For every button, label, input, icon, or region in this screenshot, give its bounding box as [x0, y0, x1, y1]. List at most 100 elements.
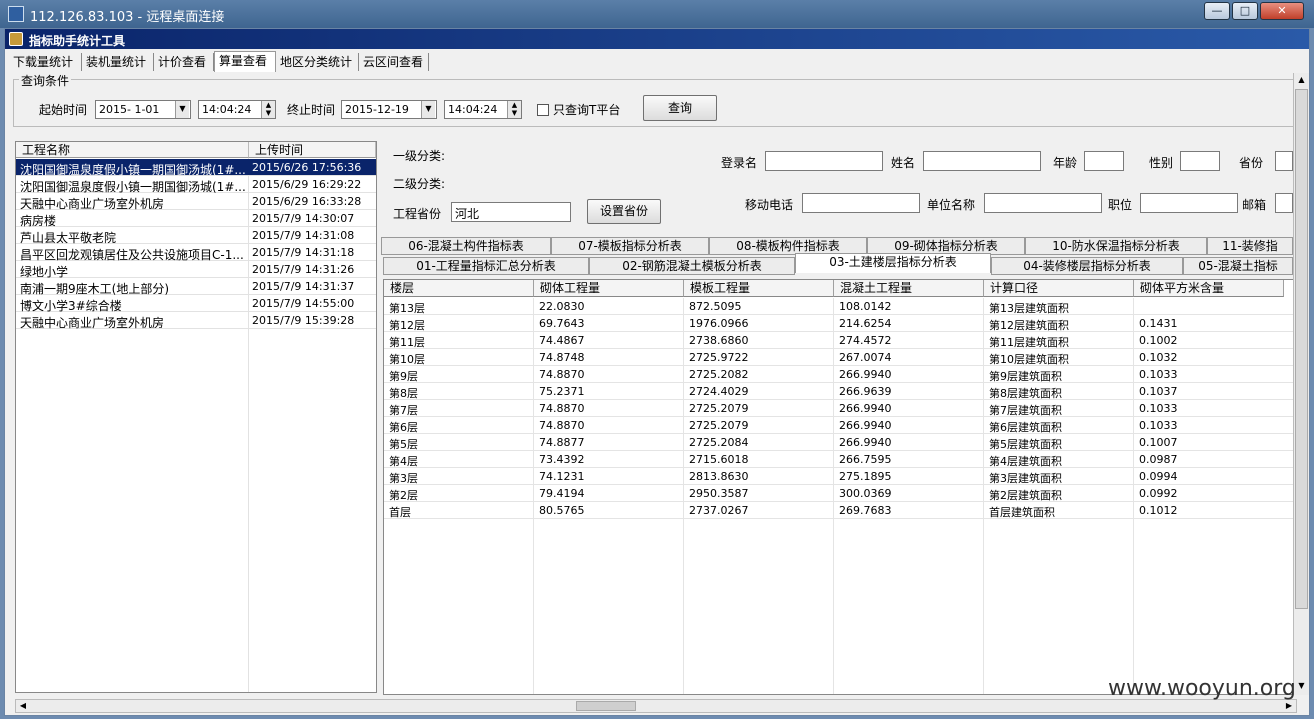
province-label: 省份	[1239, 156, 1264, 170]
analysis-tab[interactable]: 03-土建楼层指标分析表	[795, 253, 991, 273]
table-cell: 267.0074	[839, 351, 892, 364]
end-time-spinner[interactable]: ▲ ▼	[507, 101, 521, 118]
mobile-phone-input[interactable]	[802, 193, 920, 213]
start-date-dropdown-icon[interactable]: ▼	[175, 101, 189, 118]
table-cell: 0.1037	[1139, 385, 1178, 398]
table-row[interactable]: 第6层 74.8870 2725.2079 266.9940 第6层建筑面积 0.1033	[384, 417, 1300, 434]
app-icon	[9, 32, 23, 46]
table-cell: 第5层	[389, 438, 418, 451]
table-row[interactable]: 第13层 22.0830 872.5095 108.0142 第13层建筑面积	[384, 298, 1300, 315]
grid-column-header[interactable]: 砌体平方米含量	[1134, 280, 1284, 297]
scroll-right-icon[interactable]: ▶	[1282, 700, 1296, 712]
menu-tab[interactable]: 计价查看	[154, 53, 214, 71]
app-window: 指标助手统计工具 下载量统计 装机量统计 计价查看 算量查看 地区分类统计 云区间查看 查…	[4, 28, 1310, 716]
analysis-tab[interactable]: 10-防水保温指标分析表	[1025, 237, 1207, 255]
table-cell: 2725.2082	[689, 368, 749, 381]
menu-tab[interactable]: 算量查看	[214, 51, 276, 72]
t-platform-checkbox[interactable]	[537, 104, 549, 116]
table-cell: 首层建筑面积	[989, 506, 1055, 519]
table-row[interactable]: 第3层 74.1231 2813.8630 275.1895 第3层建筑面积 0.0994	[384, 468, 1300, 485]
table-row[interactable]: 第5层 74.8877 2725.2084 266.9940 第5层建筑面积 0.1007	[384, 434, 1300, 451]
email-input[interactable]	[1275, 193, 1293, 213]
menu-tab[interactable]: 地区分类统计	[276, 53, 359, 71]
grid-column-header[interactable]: 模板工程量	[684, 280, 834, 297]
start-date-value: 2015- 1-01	[99, 103, 160, 116]
scroll-up-icon[interactable]: ▲	[1294, 73, 1309, 87]
table-row[interactable]: 第4层 73.4392 2715.6018 266.7595 第4层建筑面积 0.0987	[384, 451, 1300, 468]
analysis-tab[interactable]: 06-混凝土构件指标表	[381, 237, 551, 255]
end-time-label: 终止时间	[287, 103, 336, 117]
list-item[interactable]: 沈阳国御温泉度假小镇一期国御汤城(1#... 2015/6/29 16:29:22	[16, 176, 376, 194]
company-name-input[interactable]	[984, 193, 1102, 213]
name-input[interactable]	[923, 151, 1041, 171]
vertical-scroll-thumb[interactable]	[1295, 89, 1308, 609]
table-cell: 2725.2084	[689, 436, 749, 449]
table-cell: 266.9639	[839, 385, 892, 398]
project-name: 天融中心商业广场室外机房	[20, 316, 165, 330]
province-input[interactable]	[1275, 151, 1293, 171]
login-name-input[interactable]	[765, 151, 883, 171]
grid-column-header[interactable]: 混凝土工程量	[834, 280, 984, 297]
query-button[interactable]: 查询	[643, 95, 717, 121]
list-item[interactable]: 南浦一期9座木工(地上部分) 2015/7/9 14:31:37	[16, 278, 376, 296]
horizontal-scroll-thumb[interactable]	[576, 701, 636, 711]
grid-column-header[interactable]: 楼层	[384, 280, 534, 297]
table-cell: 0.1431	[1139, 317, 1178, 330]
upload-time: 2015/7/9 14:55:00	[252, 297, 355, 310]
table-cell: 第4层建筑面积	[989, 455, 1062, 468]
list-item[interactable]: 沈阳国御温泉度假小镇一期国御汤城(1#... 2015/6/26 17:56:36	[16, 159, 376, 177]
menu-tab[interactable]: 云区间查看	[359, 53, 429, 71]
project-province-label: 工程省份	[393, 207, 442, 221]
project-province-input[interactable]: 河北	[451, 202, 571, 222]
table-row[interactable]: 第9层 74.8870 2725.2082 266.9940 第9层建筑面积 0.1033	[384, 366, 1300, 383]
column-header-upload-time[interactable]: 上传时间	[249, 142, 376, 158]
table-row[interactable]: 首层 80.5765 2737.0267 269.7683 首层建筑面积 0.1012	[384, 502, 1300, 519]
menu-tab[interactable]: 下载量统计	[9, 53, 82, 71]
analysis-tab[interactable]: 02-钢筋混凝土模板分析表	[589, 257, 795, 275]
list-item[interactable]: 天融中心商业广场室外机房 2015/7/9 15:39:28	[16, 312, 376, 330]
list-item[interactable]: 绿地小学 2015/7/9 14:31:26	[16, 261, 376, 279]
table-cell: 266.9940	[839, 436, 892, 449]
table-row[interactable]: 第11层 74.4867 2738.6860 274.4572 第11层建筑面积 0.10…	[384, 332, 1300, 349]
table-row[interactable]: 第12层 69.7643 1976.0966 214.6254 第12层建筑面积 0.14…	[384, 315, 1300, 332]
table-row[interactable]: 第10层 74.8748 2725.9722 267.0074 第10层建筑面积 0.10…	[384, 349, 1300, 366]
table-cell: 第12层	[389, 319, 425, 332]
list-item[interactable]: 昌平区回龙观镇居住及公共设施项目C-1... 2015/7/9 14:31:18	[16, 244, 376, 262]
grid-column-header[interactable]: 计算口径	[984, 280, 1134, 297]
table-cell: 0.1033	[1139, 402, 1178, 415]
table-row[interactable]: 第8层 75.2371 2724.4029 266.9639 第8层建筑面积 0.1037	[384, 383, 1300, 400]
table-row[interactable]: 第7层 74.8870 2725.2079 266.9940 第7层建筑面积 0.1033	[384, 400, 1300, 417]
horizontal-scrollbar[interactable]: ◀ ▶	[15, 699, 1297, 713]
end-time-value: 14:04:24	[448, 103, 498, 116]
table-cell: 75.2371	[539, 385, 585, 398]
analysis-tab[interactable]: 04-装修楼层指标分析表	[991, 257, 1183, 275]
table-cell: 80.5765	[539, 504, 585, 517]
position-input[interactable]	[1140, 193, 1238, 213]
table-row[interactable]: 第2层 79.4194 2950.3587 300.0369 第2层建筑面积 0.0992	[384, 485, 1300, 502]
gender-input[interactable]	[1180, 151, 1220, 171]
list-item[interactable]: 天融中心商业广场室外机房 2015/6/29 16:33:28	[16, 193, 376, 211]
vertical-scrollbar[interactable]: ▲ ▼	[1293, 73, 1309, 695]
analysis-tab[interactable]: 11-装修指	[1207, 237, 1293, 255]
analysis-tab[interactable]: 05-混凝土指标	[1183, 257, 1293, 275]
minimize-button[interactable]: —	[1204, 2, 1230, 20]
close-button[interactable]: ✕	[1260, 2, 1304, 20]
age-input[interactable]	[1084, 151, 1124, 171]
set-province-button[interactable]: 设置省份	[587, 199, 661, 224]
analysis-tab[interactable]: 01-工程量指标汇总分析表	[383, 257, 589, 275]
list-item[interactable]: 病房楼 2015/7/9 14:30:07	[16, 210, 376, 228]
list-item[interactable]: 博文小学3#综合楼 2015/7/9 14:55:00	[16, 295, 376, 313]
list-item[interactable]: 芦山县太平敬老院 2015/7/9 14:31:08	[16, 227, 376, 245]
analysis-tab[interactable]: 07-模板指标分析表	[551, 237, 709, 255]
table-cell: 第10层	[389, 353, 425, 366]
table-cell: 74.8870	[539, 402, 585, 415]
end-date-dropdown-icon[interactable]: ▼	[421, 101, 435, 118]
menu-tab[interactable]: 装机量统计	[82, 53, 154, 71]
scroll-down-icon[interactable]: ▼	[1294, 679, 1309, 693]
table-cell: 0.1033	[1139, 368, 1178, 381]
grid-column-header[interactable]: 砌体工程量	[534, 280, 684, 297]
start-time-spinner[interactable]: ▲ ▼	[261, 101, 275, 118]
column-header-project-name[interactable]: 工程名称	[16, 142, 249, 158]
scroll-left-icon[interactable]: ◀	[16, 700, 30, 712]
maximize-button[interactable]: □	[1232, 2, 1258, 20]
